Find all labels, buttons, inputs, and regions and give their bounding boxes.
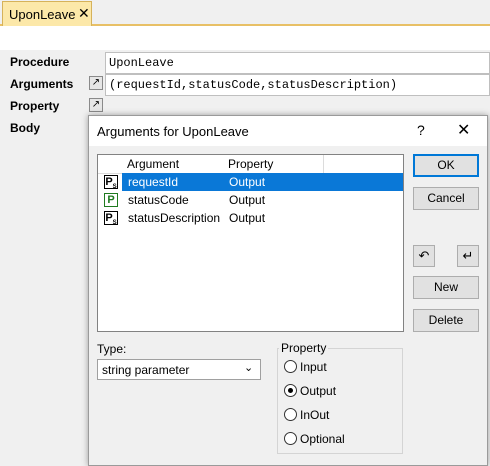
arguments-label: Arguments: [10, 77, 74, 91]
arguments-dialog: Arguments for UponLeave ? ✕ Argument Pro…: [88, 115, 488, 466]
tab-uponleave[interactable]: UponLeave ✕: [2, 1, 92, 26]
radio-circle: [284, 360, 297, 373]
list-item[interactable]: P statusCode Output: [98, 191, 403, 209]
body-label: Body: [10, 121, 40, 135]
column-header-argument[interactable]: Argument: [122, 155, 224, 174]
type-label: Type:: [97, 342, 127, 356]
new-button[interactable]: New: [413, 276, 479, 299]
radio-circle: [284, 432, 297, 445]
close-icon[interactable]: ✕: [78, 5, 90, 22]
parameter-icon: P: [104, 193, 118, 207]
property-row: Property ↗: [0, 95, 490, 117]
arguments-value: (requestId,statusCode,statusDescription): [109, 78, 398, 92]
edit-property-icon[interactable]: ↗: [89, 98, 103, 112]
dialog-titlebar: Arguments for UponLeave ? ✕: [89, 116, 487, 146]
procedure-value: UponLeave: [109, 56, 174, 70]
arguments-row: Arguments ↗ (requestId,statusCode,status…: [0, 73, 490, 96]
argument-property: Output: [229, 211, 266, 225]
string-parameter-icon: PS: [104, 175, 118, 191]
type-select[interactable]: string parameter ⌄: [97, 359, 261, 380]
chevron-down-icon: ⌄: [244, 362, 254, 374]
property-group: Input Output InOut Optional: [277, 348, 403, 454]
ok-button[interactable]: OK: [413, 154, 479, 177]
argument-property: Output: [229, 193, 266, 207]
procedure-label: Procedure: [10, 55, 70, 69]
string-parameter-icon: PS: [104, 211, 118, 227]
arguments-list[interactable]: Argument Property PS requestId Output P …: [97, 154, 404, 332]
radio-circle-selected: [284, 384, 297, 397]
procedure-row: Procedure UponLeave: [0, 51, 490, 74]
edit-arguments-icon[interactable]: ↗: [89, 76, 103, 90]
property-legend: Property: [279, 341, 329, 355]
dialog-title: Arguments for UponLeave: [97, 124, 249, 139]
help-icon[interactable]: ?: [417, 122, 425, 138]
enter-icon[interactable]: ↵: [457, 245, 479, 267]
radio-circle: [284, 408, 297, 421]
argument-name: requestId: [128, 175, 179, 189]
column-header-property[interactable]: Property: [223, 155, 324, 174]
undo-icon[interactable]: ↶: [413, 245, 435, 267]
column-header-icon: [98, 155, 123, 174]
tab-strip: UponLeave ✕: [0, 0, 490, 26]
argument-name: statusDescription: [128, 211, 221, 225]
arguments-field[interactable]: (requestId,statusCode,statusDescription): [105, 74, 490, 96]
type-value: string parameter: [102, 363, 190, 377]
procedure-field[interactable]: UponLeave: [105, 52, 490, 74]
tab-title: UponLeave: [9, 7, 76, 22]
list-item[interactable]: PS statusDescription Output: [98, 209, 403, 227]
property-label: Property: [10, 99, 60, 113]
argument-property: Output: [229, 175, 266, 189]
close-icon[interactable]: ✕: [457, 120, 470, 140]
argument-name: statusCode: [128, 193, 189, 207]
delete-button[interactable]: Delete: [413, 309, 479, 332]
cancel-button[interactable]: Cancel: [413, 187, 479, 210]
list-item[interactable]: PS requestId Output: [98, 173, 403, 191]
